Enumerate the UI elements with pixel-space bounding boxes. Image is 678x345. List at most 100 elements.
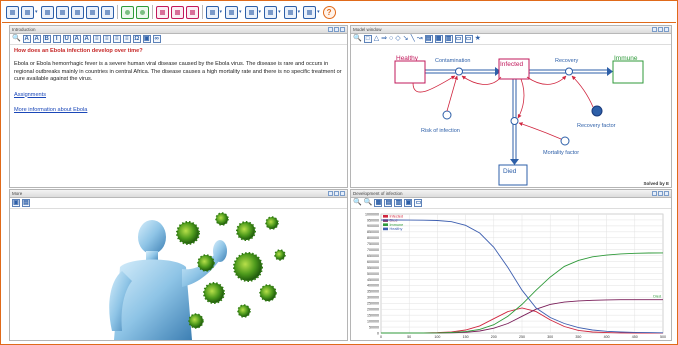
link-risk-contamination[interactable]: [446, 75, 458, 112]
properties-icon[interactable]: ▤: [22, 199, 30, 207]
zoom-in-icon[interactable]: 🔍: [353, 199, 362, 207]
layout-icon[interactable]: [244, 5, 258, 19]
font-color-icon[interactable]: A: [32, 35, 41, 43]
grid-icon[interactable]: [303, 5, 317, 19]
healthy-stock[interactable]: [394, 60, 426, 84]
help-icon[interactable]: ?: [322, 5, 336, 19]
dropdown-arrow-icon[interactable]: ▾: [220, 9, 223, 15]
chart-settings-icon[interactable]: ▦: [374, 199, 383, 207]
more-panel-title[interactable]: More: [10, 190, 347, 198]
new-file-icon[interactable]: [6, 5, 19, 19]
image-icon[interactable]: [100, 5, 114, 19]
bold-icon[interactable]: B: [42, 35, 51, 43]
link-infected-contamination[interactable]: [461, 75, 502, 85]
risk-of-infection-label: Risk of infection: [421, 128, 460, 134]
window-icon[interactable]: [264, 5, 278, 19]
risk-of-infection-node[interactable]: [442, 110, 452, 120]
dropdown-arrow-icon[interactable]: ▾: [35, 9, 38, 15]
maximize-icon[interactable]: [658, 191, 663, 196]
zoom-icon[interactable]: 🔍: [12, 35, 21, 43]
connector-tool-icon[interactable]: ↘: [403, 35, 409, 43]
restore-icon[interactable]: [328, 191, 333, 196]
contamination-valve[interactable]: [455, 67, 463, 76]
recovery-valve[interactable]: [565, 67, 573, 76]
link-infected-death[interactable]: [517, 78, 525, 119]
zoom-out-icon[interactable]: 🔍: [364, 199, 373, 207]
table-tool-icon[interactable]: ▤: [424, 35, 433, 43]
restore-icon[interactable]: [328, 27, 333, 32]
more-info-link[interactable]: More information about Ebola: [14, 107, 343, 114]
close-icon[interactable]: [664, 191, 669, 196]
chart-icon[interactable]: [155, 5, 169, 19]
chart-panel-title[interactable]: Development of infection: [351, 190, 671, 198]
chart-image-icon[interactable]: ▣: [404, 199, 413, 207]
mortality-factor-node[interactable]: [560, 136, 570, 146]
stock-tool-icon[interactable]: □: [363, 35, 372, 43]
maximize-icon[interactable]: [334, 191, 339, 196]
justify-icon[interactable]: ≡: [122, 35, 131, 43]
maximize-icon[interactable]: [334, 27, 339, 32]
link-infected-recovery[interactable]: [526, 75, 567, 85]
introduction-panel-title-text: Introduction: [12, 27, 36, 32]
restore-icon[interactable]: [652, 27, 657, 32]
dropdown-arrow-icon[interactable]: ▾: [259, 9, 262, 15]
omega-symbol-icon[interactable]: Ω: [132, 35, 141, 43]
window-tool-icon[interactable]: ▭: [464, 35, 473, 43]
maximize-icon[interactable]: [658, 27, 663, 32]
play-circle-icon[interactable]: [135, 5, 149, 19]
table-icon[interactable]: [170, 5, 184, 19]
dropdown-arrow-icon[interactable]: ▾: [239, 9, 242, 15]
italic-icon[interactable]: I: [52, 35, 61, 43]
flow-tool-icon[interactable]: ⇒: [381, 35, 387, 43]
curve-tool-icon[interactable]: ↝: [417, 35, 423, 43]
check-icon[interactable]: [205, 5, 219, 19]
x-tick-label: 100: [434, 335, 440, 339]
plus-icon[interactable]: [55, 5, 69, 19]
close-icon[interactable]: [340, 191, 345, 196]
clock-icon[interactable]: [120, 5, 134, 19]
align-center-icon[interactable]: ≡: [102, 35, 111, 43]
assignments-link[interactable]: Assignments: [14, 92, 343, 99]
document-icon[interactable]: [85, 5, 99, 19]
image-icon[interactable]: ▣: [142, 35, 151, 43]
variable-tool-icon[interactable]: ○: [389, 35, 393, 43]
link-recoveryfactor-recovery[interactable]: [571, 75, 594, 108]
line-tool-icon[interactable]: ╲: [410, 35, 414, 43]
grid-tool-icon[interactable]: ▦: [434, 35, 443, 43]
dropdown-arrow-icon[interactable]: ▾: [298, 9, 301, 15]
triangle-tool-icon[interactable]: △: [374, 35, 379, 43]
layout-tool-icon[interactable]: ▥: [444, 35, 453, 43]
star-icon[interactable]: ★: [475, 35, 481, 43]
export-tool-icon[interactable]: ▭: [454, 35, 463, 43]
underline-icon[interactable]: U: [62, 35, 71, 43]
chart-export-icon[interactable]: ▥: [394, 199, 403, 207]
text-size-icon[interactable]: A: [72, 35, 81, 43]
media-icon[interactable]: ▣: [12, 199, 20, 207]
print-icon[interactable]: ▭: [414, 199, 423, 207]
font-size-icon[interactable]: A: [22, 35, 31, 43]
introduction-panel-title[interactable]: Introduction: [10, 26, 347, 34]
death-valve[interactable]: [510, 117, 519, 125]
recovery-factor-node[interactable]: [591, 105, 603, 117]
zoom-icon[interactable]: 🔍: [353, 35, 362, 43]
save-icon[interactable]: [40, 5, 54, 19]
open-folder-icon[interactable]: [21, 5, 34, 19]
close-icon[interactable]: [340, 27, 345, 32]
restore-icon[interactable]: [652, 191, 657, 196]
settings-icon[interactable]: [225, 5, 239, 19]
dropdown-arrow-icon[interactable]: ▾: [317, 9, 320, 15]
immune-stock[interactable]: [612, 60, 644, 84]
scenario-icon[interactable]: [185, 5, 199, 19]
chart-table-icon[interactable]: ▤: [384, 199, 393, 207]
link-mortality-death[interactable]: [518, 122, 562, 140]
align-left-icon[interactable]: ≡: [92, 35, 101, 43]
constant-tool-icon[interactable]: ◇: [395, 35, 400, 43]
align-right-icon[interactable]: ≡: [112, 35, 121, 43]
export-icon[interactable]: [283, 5, 297, 19]
model-panel-title[interactable]: Model window: [351, 26, 671, 34]
link-icon[interactable]: ∞: [152, 35, 161, 43]
folder-icon[interactable]: [70, 5, 84, 19]
close-icon[interactable]: [664, 27, 669, 32]
dropdown-arrow-icon[interactable]: ▾: [278, 9, 281, 15]
superscript-icon[interactable]: A: [82, 35, 91, 43]
